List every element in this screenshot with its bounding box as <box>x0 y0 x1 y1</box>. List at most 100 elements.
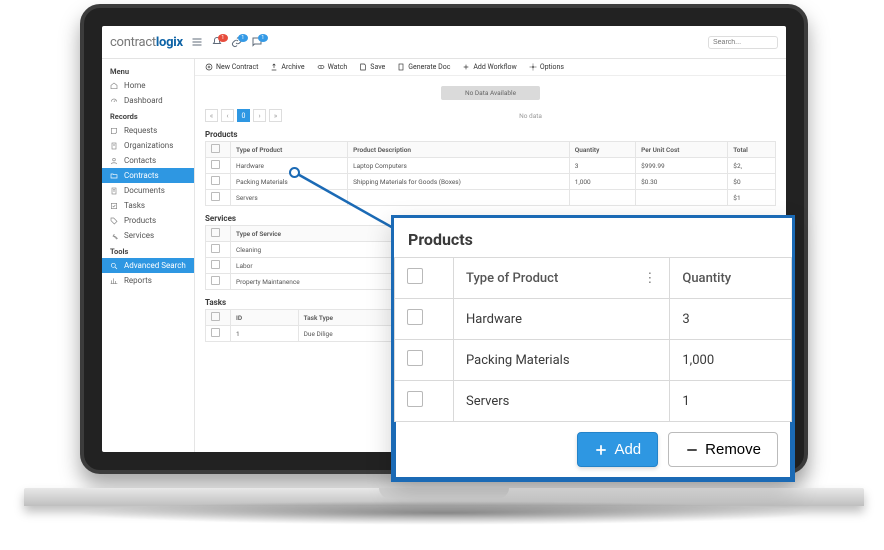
table-row[interactable]: Servers$1 <box>206 190 776 206</box>
gauge-icon <box>110 97 118 105</box>
sidebar-item-label: Products <box>124 216 156 225</box>
sidebar-item-dashboard[interactable]: Dashboard <box>102 93 194 108</box>
col-header[interactable]: Per Unit Cost <box>636 142 728 158</box>
add-workflow-button[interactable]: Add Workflow <box>462 63 516 71</box>
col-header[interactable]: Quantity <box>569 142 635 158</box>
checkbox[interactable] <box>211 276 220 285</box>
pager-first[interactable]: « <box>205 109 218 122</box>
callout-cell-qty: 1 <box>670 381 792 422</box>
products-callout: Products Type of Product⋮QuantityHardwar… <box>391 215 795 482</box>
sidebar-item-label: Services <box>124 231 154 240</box>
sidebar-item-documents[interactable]: Documents <box>102 183 194 198</box>
no-data-block: No Data Available <box>205 80 776 106</box>
sidebar-item-label: Tasks <box>124 201 145 210</box>
link-badge: 1 <box>238 34 248 42</box>
menu-icon[interactable] <box>191 36 203 48</box>
checkbox[interactable] <box>211 228 220 237</box>
pager-page[interactable]: 0 <box>237 109 250 122</box>
remove-button[interactable]: Remove <box>668 432 778 467</box>
search-icon <box>110 262 118 270</box>
pager-msg: No data <box>285 112 776 120</box>
sidebar-item-label: Documents <box>124 186 165 195</box>
col-header[interactable]: ID <box>231 310 299 326</box>
remove-label: Remove <box>705 441 761 458</box>
link-icon[interactable]: 1 <box>231 36 243 48</box>
sidebar-item-label: Home <box>124 81 146 90</box>
pager-next[interactable]: › <box>253 109 266 122</box>
watch-button[interactable]: Watch <box>317 63 348 71</box>
sidebar-item-organizations[interactable]: Organizations <box>102 138 194 153</box>
callout-row[interactable]: Hardware3 <box>395 299 792 340</box>
checkbox[interactable] <box>211 328 220 337</box>
checkbox[interactable] <box>211 312 220 321</box>
callout-cell-type: Hardware <box>454 299 670 340</box>
sidebar-item-label: Requests <box>124 126 157 135</box>
callout-col-type[interactable]: Type of Product⋮ <box>454 258 670 299</box>
add-button[interactable]: Add <box>577 432 658 467</box>
sidebar-item-label: Organizations <box>124 141 173 150</box>
pager-last[interactable]: » <box>269 109 282 122</box>
generate-doc-button[interactable]: Generate Doc <box>397 63 450 71</box>
sidebar-item-advanced-search[interactable]: Advanced Search <box>102 258 194 273</box>
tag-icon <box>110 217 118 225</box>
check-icon <box>110 202 118 210</box>
sidebar-group: Tools <box>102 243 194 258</box>
callout-cell-qty: 1,000 <box>670 340 792 381</box>
checkbox[interactable] <box>407 309 423 325</box>
sidebar-item-contacts[interactable]: Contacts <box>102 153 194 168</box>
checkbox[interactable] <box>407 391 423 407</box>
checkbox[interactable] <box>407 350 423 366</box>
checkbox[interactable] <box>211 244 220 253</box>
sidebar-item-products[interactable]: Products <box>102 213 194 228</box>
chat-icon[interactable]: 1 <box>251 36 263 48</box>
archive-button[interactable]: Archive <box>270 63 304 71</box>
col-header[interactable]: Type of Product <box>231 142 348 158</box>
sidebar-group: Records <box>102 108 194 123</box>
sidebar-item-reports[interactable]: Reports <box>102 273 194 288</box>
sidebar-item-contracts[interactable]: Contracts <box>102 168 194 183</box>
doc-icon <box>110 187 118 195</box>
chart-icon <box>110 277 118 285</box>
callout-cell-type: Servers <box>454 381 670 422</box>
callout-row[interactable]: Servers1 <box>395 381 792 422</box>
more-dots-icon[interactable]: ⋮ <box>643 271 657 286</box>
callout-col-qty[interactable]: Quantity <box>670 258 792 299</box>
bell-icon[interactable]: 1 <box>211 36 223 48</box>
building-icon <box>110 142 118 150</box>
checkbox[interactable] <box>211 260 220 269</box>
save-button[interactable]: Save <box>359 63 385 71</box>
sidebar-item-tasks[interactable]: Tasks <box>102 198 194 213</box>
sidebar-item-services[interactable]: Services <box>102 228 194 243</box>
sidebar-group: Menu <box>102 63 194 78</box>
checkbox[interactable] <box>211 144 220 153</box>
col-header[interactable]: Total <box>728 142 776 158</box>
no-data-label: No Data Available <box>441 86 540 100</box>
chat-badge: 1 <box>258 34 268 42</box>
callout-row[interactable]: Packing Materials1,000 <box>395 340 792 381</box>
add-label: Add <box>614 441 641 458</box>
sidebar-item-label: Contacts <box>124 156 156 165</box>
checkbox[interactable] <box>211 176 220 185</box>
new-contract-button[interactable]: New Contract <box>205 63 258 71</box>
col-header[interactable]: Product Description <box>348 142 570 158</box>
checkbox[interactable] <box>407 268 423 284</box>
brand-logo: contractlogix <box>110 35 183 50</box>
user-icon <box>110 157 118 165</box>
callout-cell-type: Packing Materials <box>454 340 670 381</box>
inbox-icon <box>110 127 118 135</box>
callout-title: Products <box>408 230 778 249</box>
search-input[interactable] <box>708 36 778 49</box>
sidebar-item-requests[interactable]: Requests <box>102 123 194 138</box>
pager-prev[interactable]: ‹ <box>221 109 234 122</box>
sidebar-item-label: Dashboard <box>124 96 163 105</box>
sidebar-item-label: Advanced Search <box>124 261 186 270</box>
contract-toolbar: New Contract Archive Watch Save Generate… <box>195 59 786 76</box>
sidebar-item-label: Reports <box>124 276 152 285</box>
checkbox[interactable] <box>211 192 220 201</box>
checkbox[interactable] <box>211 160 220 169</box>
callout-cell-qty: 3 <box>670 299 792 340</box>
sidebar-item-home[interactable]: Home <box>102 78 194 93</box>
options-button[interactable]: Options <box>529 63 564 71</box>
pager: « ‹ 0 › » No data <box>205 106 776 128</box>
bell-badge: 1 <box>218 34 228 42</box>
